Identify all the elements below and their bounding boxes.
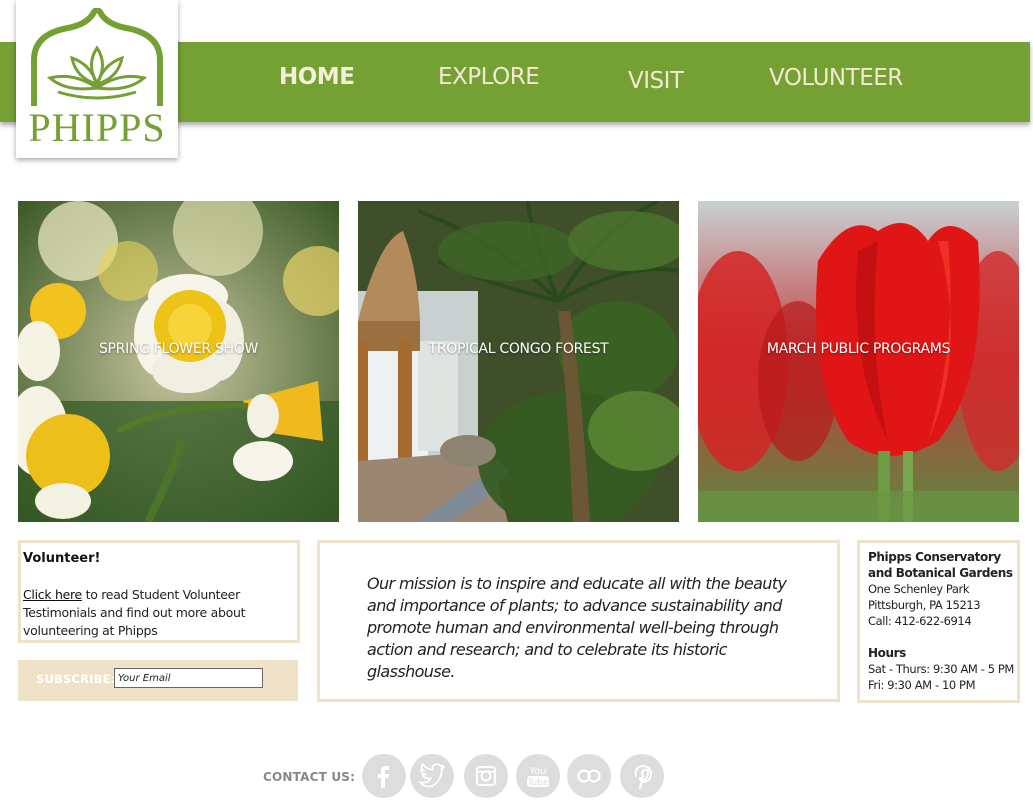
- hours-friday: Fri: 9:30 AM - 10 PM: [868, 678, 976, 692]
- daffodils-image: [18, 201, 339, 522]
- flickr-icon[interactable]: [567, 754, 611, 798]
- nav-volunteer[interactable]: VOLUNTEER: [769, 63, 903, 93]
- tulips-image: [698, 201, 1019, 522]
- nav-explore[interactable]: EXPLORE: [438, 62, 540, 92]
- subscribe-label: SUBSCRIBE:: [36, 672, 116, 686]
- mission-statement: Our mission is to inspire and educate al…: [367, 574, 787, 681]
- logo-wordmark: PHIPPS: [28, 105, 166, 150]
- address-line-2: Pittsburgh, PA 15213: [868, 598, 981, 612]
- email-input[interactable]: [114, 668, 263, 688]
- hours-title: Hours: [868, 646, 906, 660]
- hours-weekday: Sat - Thurs: 9:30 AM - 5 PM: [868, 662, 1014, 676]
- tile-label: TROPICAL CONGO FOREST: [428, 341, 609, 357]
- tile-tropical-congo-forest[interactable]: TROPICAL CONGO FOREST: [358, 201, 679, 522]
- volunteer-link[interactable]: Click here: [23, 587, 82, 602]
- pinterest-icon[interactable]: [620, 754, 664, 798]
- info-box: Phipps Conservatory and Botanical Garden…: [857, 540, 1020, 703]
- volunteer-text: Click here to read Student Volunteer Tes…: [23, 586, 298, 640]
- logo[interactable]: PHIPPS: [16, 0, 178, 158]
- volunteer-box: Volunteer! Click here to read Student Vo…: [18, 540, 300, 643]
- subscribe-bar: SUBSCRIBE:: [18, 660, 298, 701]
- tile-march-public-programs[interactable]: MARCH PUBLIC PROGRAMS: [698, 201, 1019, 522]
- twitter-icon[interactable]: [410, 754, 454, 798]
- organization-name: Phipps Conservatory and Botanical Garden…: [868, 550, 1013, 580]
- tile-label: MARCH PUBLIC PROGRAMS: [766, 341, 951, 357]
- youtube-icon[interactable]: You Tube: [516, 754, 560, 798]
- lotus-logo-icon: [31, 8, 163, 106]
- facebook-icon[interactable]: [362, 754, 406, 798]
- mission-box: Our mission is to inspire and educate al…: [317, 540, 840, 702]
- address-line-1: One Schenley Park: [868, 582, 970, 596]
- nav-home[interactable]: HOME: [279, 62, 355, 92]
- phone-number: Call: 412-622-6914: [868, 614, 972, 628]
- svg-text:Tube: Tube: [526, 778, 549, 788]
- contact-label: CONTACT US:: [263, 770, 356, 784]
- nav-visit[interactable]: VISIT: [628, 66, 684, 96]
- tile-label: SPRING FLOWER SHOW: [98, 341, 259, 357]
- tropical-forest-image: [358, 201, 679, 522]
- tile-spring-flower-show[interactable]: SPRING FLOWER SHOW: [18, 201, 339, 522]
- svg-text:You: You: [528, 766, 546, 777]
- volunteer-title: Volunteer!: [23, 551, 101, 566]
- instagram-icon[interactable]: [464, 754, 508, 798]
